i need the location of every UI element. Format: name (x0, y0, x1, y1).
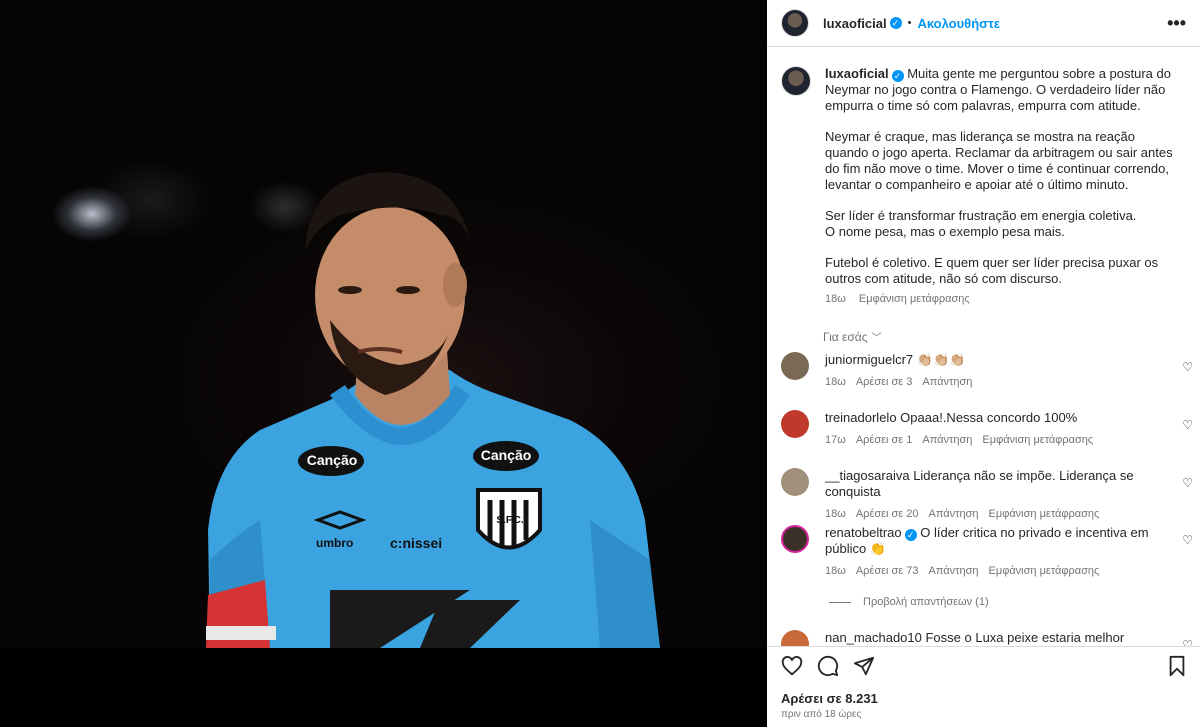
comment-likes[interactable]: Αρέσει σε 73 (856, 565, 919, 577)
author-username[interactable]: luxaoficial (823, 16, 887, 31)
save-bookmark-icon[interactable] (1166, 655, 1188, 677)
caption-paragraph-4: Futebol é coletivo. E quem quer ser líde… (825, 255, 1159, 286)
comment-likes[interactable]: Αρέσει σε 3 (856, 376, 913, 388)
more-options-icon[interactable]: ••• (1167, 13, 1186, 34)
for-you-filter[interactable]: Για εσάς ﹀ (767, 307, 1200, 344)
verified-badge-icon: ✓ (891, 70, 904, 82)
caption-username[interactable]: luxaoficial (825, 66, 889, 81)
commenter-username[interactable]: __tiagosaraiva (825, 468, 910, 483)
comment-time: 17ω (825, 434, 846, 446)
verified-badge-icon: ✓ (889, 17, 902, 29)
commenter-avatar[interactable] (781, 630, 809, 646)
post-caption: luxaoficial ✓ Muita gente me perguntou so… (767, 48, 1200, 307)
view-replies-button[interactable]: Προβολή απαντήσεων (1) (829, 596, 989, 608)
jersey-sponsor-right: Canção (480, 447, 532, 463)
comment-item: nan_machado10 Fosse o Luxa peixe estaria… (781, 630, 1193, 646)
like-comment-heart-icon[interactable]: ♡ (1182, 476, 1193, 490)
commenter-username[interactable]: nan_machado10 (825, 630, 922, 645)
caption-meta: 18ω Εμφάνιση μετάφρασης (825, 291, 1177, 307)
caption-paragraph-2: Neymar é craque, mas liderança se mostra… (825, 129, 1173, 192)
jersey-brand: umbro (316, 536, 354, 550)
like-comment-heart-icon[interactable]: ♡ (1182, 360, 1193, 374)
jersey-crest-letters: S.F.C. (496, 515, 524, 526)
for-you-label: Για εσάς (823, 330, 868, 344)
comment-item: juniormiguelcr7 👏🏼👏🏼👏🏼 18ω Αρέσει σε 3 Απά… (781, 352, 1193, 390)
caption-author-avatar[interactable] (781, 66, 811, 96)
commenter-avatar[interactable] (781, 410, 809, 438)
caption-paragraph-1: luxaoficial ✓ Muita gente me perguntou so… (825, 66, 1171, 113)
comment-likes[interactable]: Αρέσει σε 20 (856, 508, 919, 520)
view-replies-label: Προβολή απαντήσεων (1) (863, 596, 989, 608)
comment-text: Opaaa!.Nessa concordo 100% (900, 410, 1078, 425)
caption-translate-link[interactable]: Εμφάνιση μετάφρασης (859, 293, 970, 305)
comment-item: renatobeltrao ✓ O líder critica no privad… (781, 525, 1193, 579)
caption-time: 18ω (825, 293, 846, 305)
post-header: luxaoficial ✓ • Ακολουθήστε ••• (767, 0, 1200, 47)
commenter-avatar[interactable] (781, 525, 809, 553)
comment-time: 18ω (825, 508, 846, 520)
verified-badge-icon: ✓ (904, 529, 917, 541)
comment-time: 18ω (825, 376, 846, 388)
translate-link[interactable]: Εμφάνιση μετάφρασης (989, 565, 1100, 577)
comment-item: __tiagosaraiva Liderança não se impõe. L… (781, 468, 1193, 522)
post-sidebar: luxaoficial ✓ • Ακολουθήστε ••• luxaofic… (767, 0, 1200, 727)
replies-divider (829, 601, 851, 603)
reply-button[interactable]: Απάντηση (922, 376, 972, 388)
comment-time: 18ω (825, 565, 846, 577)
media-letterbox (0, 648, 767, 727)
like-heart-icon[interactable] (781, 655, 803, 677)
translate-link[interactable]: Εμφάνιση μετάφρασης (982, 434, 1093, 446)
caption-paragraph-3: Ser líder é transformar frustração em en… (825, 208, 1137, 239)
reply-button[interactable]: Απάντηση (929, 508, 979, 520)
chevron-down-icon: ﹀ (871, 333, 882, 344)
post-media[interactable]: Canção Canção umbro c:nissei S.F.C. (0, 0, 767, 727)
commenter-avatar[interactable] (781, 468, 809, 496)
comment-item: treinadorlelo Opaaa!.Nessa concordo 100%… (781, 410, 1193, 448)
commenter-username[interactable]: juniormiguelcr7 (825, 352, 913, 367)
separator-dot: • (907, 17, 912, 29)
author-avatar[interactable] (781, 9, 809, 37)
reply-button[interactable]: Απάντηση (929, 565, 979, 577)
post-timestamp: πριν από 18 ώρες (781, 709, 862, 720)
comment-text: 👏🏼👏🏼👏🏼 (916, 352, 966, 367)
post-actions-bar: Αρέσει σε 8.231 πριν από 18 ώρες (767, 646, 1200, 727)
jersey-sleeve-sponsor: c:nissei (390, 535, 443, 551)
like-comment-heart-icon[interactable]: ♡ (1182, 533, 1193, 547)
likes-count[interactable]: Αρέσει σε 8.231 (781, 691, 878, 706)
like-comment-heart-icon[interactable]: ♡ (1182, 638, 1193, 646)
comment-bubble-icon[interactable] (817, 655, 839, 677)
commenter-username[interactable]: treinadorlelo (825, 410, 897, 425)
translate-link[interactable]: Εμφάνιση μετάφρασης (989, 508, 1100, 520)
jersey-sponsor-left: Canção (306, 452, 358, 468)
share-paper-plane-icon[interactable] (853, 655, 875, 677)
reply-button[interactable]: Απάντηση (922, 434, 972, 446)
like-comment-heart-icon[interactable]: ♡ (1182, 418, 1193, 432)
post-photo: Canção Canção umbro c:nissei S.F.C. (0, 0, 767, 648)
player-illustration (206, 172, 660, 648)
follow-button[interactable]: Ακολουθήστε (917, 16, 1000, 31)
commenter-username[interactable]: renatobeltrao (825, 525, 902, 540)
comment-likes[interactable]: Αρέσει σε 1 (856, 434, 913, 446)
commenter-avatar[interactable] (781, 352, 809, 380)
comments-section[interactable]: luxaoficial ✓ Muita gente me perguntou so… (767, 48, 1200, 646)
